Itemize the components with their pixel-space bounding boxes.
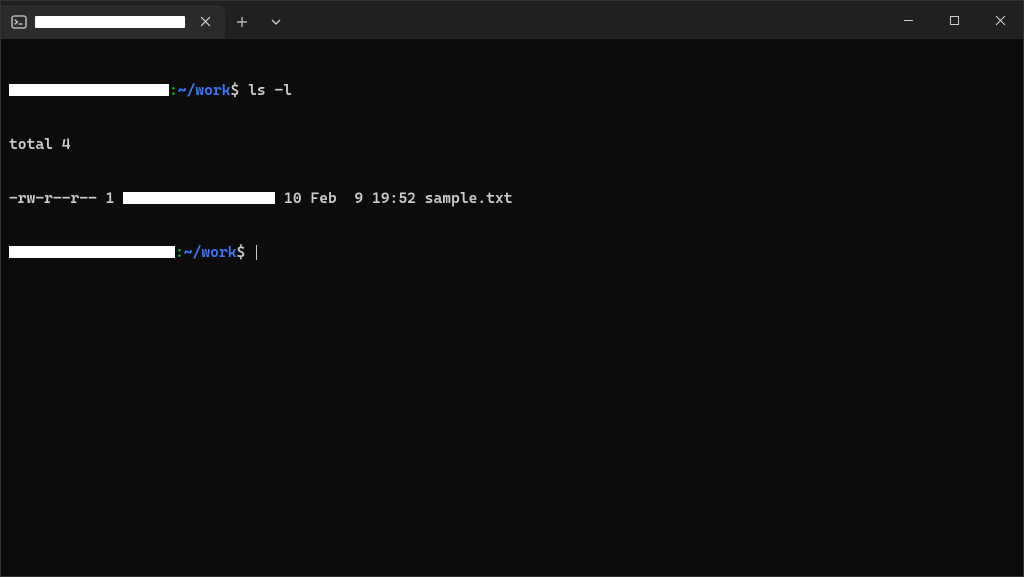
ls-owner-redacted <box>123 192 275 204</box>
ls-rest: 10 Feb 9 19:52 sample.txt <box>275 189 512 207</box>
user-host-redacted <box>9 84 169 96</box>
ls-perms: -rw-r--r-- 1 <box>9 189 123 207</box>
new-tab-button[interactable] <box>225 5 259 39</box>
prompt-line-2: : ~/work $ <box>9 243 1015 261</box>
tab-dropdown-button[interactable] <box>259 5 293 39</box>
ls-total: total 4 <box>9 135 71 153</box>
titlebar <box>1 1 1023 39</box>
tab-close-button[interactable] <box>193 10 217 34</box>
window-close-button[interactable] <box>977 1 1023 39</box>
prompt-cwd: ~/work <box>178 81 231 99</box>
maximize-button[interactable] <box>931 1 977 39</box>
prompt-cwd: ~/work <box>184 243 237 261</box>
prompt-separator: : <box>175 243 184 261</box>
command-text: ls -l <box>248 81 292 99</box>
output-line: -rw-r--r-- 1 10 Feb 9 19:52 sample.txt <box>9 189 1015 207</box>
prompt-symbol: $ <box>237 243 246 261</box>
text-cursor <box>256 245 257 260</box>
output-line: total 4 <box>9 135 1015 153</box>
tab-active[interactable] <box>1 5 225 39</box>
tabstrip-actions <box>225 5 293 39</box>
prompt-separator: : <box>169 81 178 99</box>
terminal-viewport[interactable]: : ~/work $ ls -l total 4 -rw-r--r-- 1 10… <box>1 39 1023 285</box>
terminal-icon <box>11 14 27 30</box>
user-host-redacted <box>9 246 175 258</box>
tab-title-redacted <box>35 16 185 28</box>
titlebar-drag-region[interactable] <box>293 1 885 39</box>
window-controls <box>885 1 1023 39</box>
prompt-line-1: : ~/work $ ls -l <box>9 81 1015 99</box>
prompt-symbol: $ <box>231 81 240 99</box>
minimize-button[interactable] <box>885 1 931 39</box>
